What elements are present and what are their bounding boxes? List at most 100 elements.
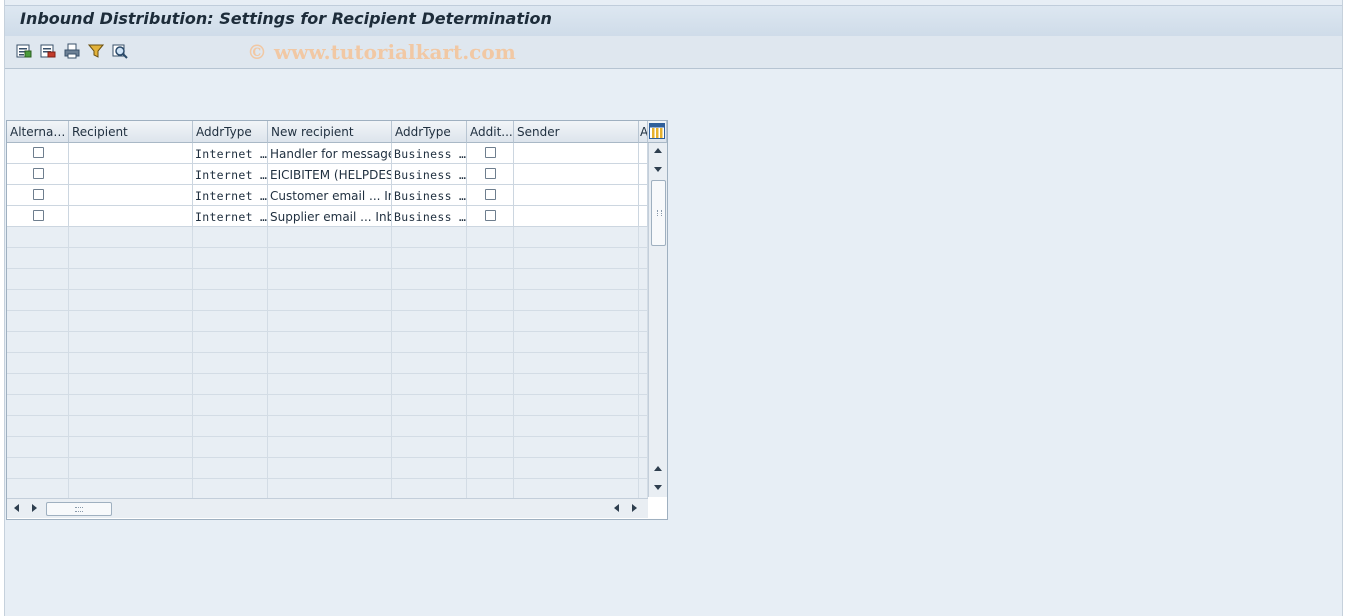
recipient-cell bbox=[69, 332, 193, 353]
new-addr-type-cell[interactable]: Business … bbox=[392, 185, 467, 206]
sender-cell bbox=[514, 437, 639, 458]
recipient-cell[interactable] bbox=[69, 185, 193, 206]
find-icon[interactable] bbox=[111, 42, 129, 60]
sender-cell bbox=[514, 290, 639, 311]
alternative-checkbox-box[interactable] bbox=[33, 168, 44, 179]
additional-checkbox bbox=[467, 269, 514, 290]
sender-cell[interactable] bbox=[514, 185, 639, 206]
additional-checkbox-box[interactable] bbox=[485, 147, 496, 158]
additional-checkbox[interactable] bbox=[467, 164, 514, 185]
new-recipient-cell bbox=[268, 374, 392, 395]
column-header-addr-type[interactable]: AddrType bbox=[193, 121, 268, 143]
column-header-new-addr-type[interactable]: AddrType bbox=[392, 121, 467, 143]
addr-type-cell[interactable]: Internet … bbox=[193, 185, 268, 206]
scroll-right-page-icon[interactable] bbox=[32, 504, 37, 512]
alternative-checkbox-box[interactable] bbox=[33, 189, 44, 200]
scroll-down-page-icon[interactable] bbox=[654, 167, 662, 172]
alternative-checkbox-box[interactable] bbox=[33, 147, 44, 158]
column-header-alternative[interactable]: Alternat... bbox=[7, 121, 69, 143]
sender-cell[interactable] bbox=[514, 206, 639, 227]
column-header-truncated[interactable]: A bbox=[639, 121, 648, 143]
addr-type-cell bbox=[193, 374, 268, 395]
recipient-cell bbox=[69, 479, 193, 500]
additional-checkbox[interactable] bbox=[467, 206, 514, 227]
overflow-cell bbox=[639, 290, 648, 311]
column-header-recipient[interactable]: Recipient bbox=[69, 121, 193, 143]
recipient-cell bbox=[69, 374, 193, 395]
scroll-left-icon[interactable] bbox=[14, 504, 19, 512]
alternative-checkbox[interactable] bbox=[7, 206, 69, 227]
new-addr-type-cell bbox=[392, 395, 467, 416]
recipient-cell bbox=[69, 248, 193, 269]
new-addr-type-cell bbox=[392, 227, 467, 248]
recipient-cell bbox=[69, 416, 193, 437]
additional-checkbox-box[interactable] bbox=[485, 189, 496, 200]
page-title: Inbound Distribution: Settings for Recip… bbox=[20, 9, 552, 28]
additional-checkbox[interactable] bbox=[467, 143, 514, 164]
new-recipient-cell bbox=[268, 416, 392, 437]
new-recipient-cell[interactable]: Handler for messages… bbox=[268, 143, 392, 164]
column-header-sender[interactable]: Sender bbox=[514, 121, 639, 143]
overflow-cell[interactable] bbox=[639, 206, 648, 227]
print-icon[interactable] bbox=[63, 42, 81, 60]
recipient-cell[interactable] bbox=[69, 143, 193, 164]
addr-type-cell[interactable]: Internet … bbox=[193, 206, 268, 227]
sender-cell bbox=[514, 458, 639, 479]
overflow-cell[interactable] bbox=[639, 143, 648, 164]
alternative-checkbox-box[interactable] bbox=[33, 210, 44, 221]
recipient-cell[interactable] bbox=[69, 164, 193, 185]
sender-cell bbox=[514, 416, 639, 437]
addr-type-cell[interactable]: Internet … bbox=[193, 164, 268, 185]
alternative-checkbox[interactable] bbox=[7, 164, 69, 185]
addr-type-cell bbox=[193, 290, 268, 311]
scroll-up-icon[interactable] bbox=[654, 148, 662, 153]
new-recipient-cell bbox=[268, 479, 392, 500]
additional-checkbox bbox=[467, 395, 514, 416]
alternative-checkbox bbox=[7, 248, 69, 269]
alternative-checkbox[interactable] bbox=[7, 143, 69, 164]
sender-cell bbox=[514, 353, 639, 374]
new-recipient-cell[interactable]: EICIBITEM (HELPDES… bbox=[268, 164, 392, 185]
additional-checkbox-box[interactable] bbox=[485, 168, 496, 179]
additional-checkbox bbox=[467, 227, 514, 248]
addr-type-cell[interactable]: Internet … bbox=[193, 143, 268, 164]
new-addr-type-cell[interactable]: Business … bbox=[392, 143, 467, 164]
sender-cell bbox=[514, 269, 639, 290]
sender-cell[interactable] bbox=[514, 143, 639, 164]
table-settings-icon[interactable] bbox=[649, 123, 665, 139]
additional-checkbox-box[interactable] bbox=[485, 210, 496, 221]
horizontal-scrollbar[interactable] bbox=[7, 498, 648, 518]
recipient-cell bbox=[69, 227, 193, 248]
scroll-right-icon[interactable] bbox=[632, 504, 637, 512]
vertical-scroll-thumb[interactable] bbox=[651, 180, 666, 246]
recipient-cell[interactable] bbox=[69, 206, 193, 227]
new-addr-type-cell[interactable]: Business … bbox=[392, 206, 467, 227]
scroll-left-page-icon[interactable] bbox=[614, 504, 619, 512]
scroll-up-page-icon[interactable] bbox=[654, 466, 662, 471]
alternative-checkbox[interactable] bbox=[7, 185, 69, 206]
recipient-cell bbox=[69, 290, 193, 311]
delete-icon[interactable] bbox=[39, 42, 57, 60]
horizontal-scroll-thumb[interactable] bbox=[46, 502, 112, 516]
additional-checkbox bbox=[467, 332, 514, 353]
details-icon[interactable] bbox=[15, 42, 33, 60]
column-header-new-recipient[interactable]: New recipient bbox=[268, 121, 392, 143]
column-header-additional[interactable]: Addit... bbox=[467, 121, 514, 143]
filter-icon[interactable] bbox=[87, 42, 105, 60]
scroll-down-icon[interactable] bbox=[654, 485, 662, 490]
alternative-checkbox bbox=[7, 311, 69, 332]
overflow-cell[interactable] bbox=[639, 185, 648, 206]
new-addr-type-cell bbox=[392, 479, 467, 500]
additional-checkbox[interactable] bbox=[467, 185, 514, 206]
new-recipient-cell[interactable]: Supplier email ... Inb… bbox=[268, 206, 392, 227]
overflow-cell[interactable] bbox=[639, 164, 648, 185]
new-addr-type-cell[interactable]: Business … bbox=[392, 164, 467, 185]
grip-icon bbox=[657, 210, 662, 216]
vertical-scrollbar[interactable] bbox=[648, 143, 667, 497]
addr-type-cell bbox=[193, 269, 268, 290]
addr-type-cell bbox=[193, 458, 268, 479]
new-recipient-cell[interactable]: Customer email ... In… bbox=[268, 185, 392, 206]
sender-cell bbox=[514, 332, 639, 353]
table-settings-header bbox=[648, 121, 667, 143]
sender-cell[interactable] bbox=[514, 164, 639, 185]
